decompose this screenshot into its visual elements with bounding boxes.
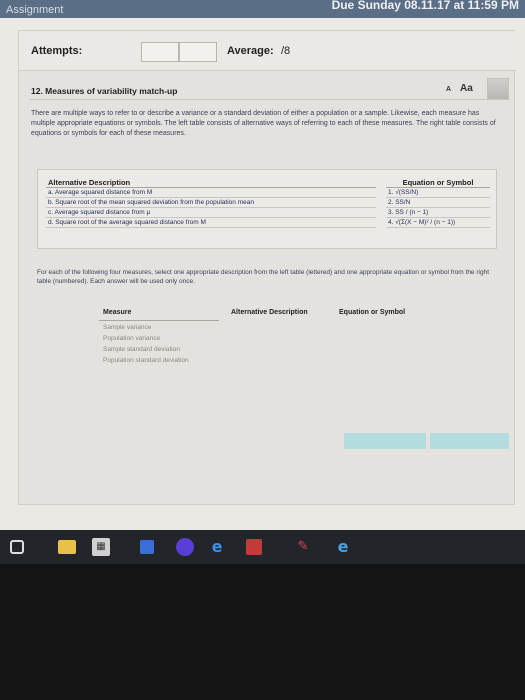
monitor-bezel [0,564,525,700]
font-smaller-button[interactable]: A [446,86,451,93]
font-larger-button[interactable]: Aa [460,83,473,94]
edge-icon[interactable]: e [208,538,226,556]
equation-row: 1. √(SS/N) [386,188,490,198]
alternative-description-table: Alternative Description a. Average squar… [46,176,376,228]
file-explorer-icon[interactable] [58,540,76,554]
browser-screen: Assignment Due Sunday 08.11.17 at 11:59 … [0,0,525,530]
attempts-label: Attempts: [31,45,83,57]
equation-symbol-header: Equation or Symbol [339,309,406,316]
action-button-2[interactable] [430,433,509,449]
due-date-text: Due Sunday 08.11.17 at 11:59 PM [331,0,519,12]
task-view-icon[interactable] [10,540,24,554]
mail-icon[interactable] [140,540,154,554]
alternative-row: b. Square root of the mean squared devia… [46,198,376,208]
scroll-icon[interactable] [487,78,509,100]
action-buttons [344,433,509,449]
equation-symbol-table: Equation or Symbol 1. √(SS/N) 2. SS/N 3.… [386,176,490,228]
measure-row: Population standard deviation [103,357,189,364]
attempt-box-1 [141,42,179,62]
divider [29,99,509,100]
question-intro: There are multiple ways to refer to or d… [31,110,496,137]
internet-explorer-icon[interactable]: e [334,538,352,556]
equation-row: 2. SS/N [386,198,490,208]
windows-taskbar: ▦ e ✎ e [0,530,525,564]
question-title: 12. Measures of variability match-up [31,86,178,96]
instructions-text: For each of the following four measures,… [37,269,489,285]
equation-table-header: Equation or Symbol [386,176,490,188]
attempts-row: Attempts: Average: /8 [19,31,516,71]
measure-row: Population variance [103,335,161,342]
alternative-row: d. Square root of the average squared di… [46,218,376,228]
store-icon[interactable]: ▦ [92,538,110,556]
media-icon[interactable] [246,539,262,555]
pin-icon[interactable]: ✎ [294,538,312,556]
reference-tables: Alternative Description a. Average squar… [37,169,497,249]
equation-row: 4. √(Σ(X − M)² / (n − 1)) [386,218,490,228]
measure-row: Sample variance [103,324,152,331]
alternative-table-header: Alternative Description [46,176,376,188]
divider [99,320,219,321]
question-panel: Attempts: Average: /8 12. Measures of va… [18,30,516,505]
action-button-1[interactable] [344,433,426,449]
attempt-box-2 [179,42,217,62]
measure-header: Measure [103,309,132,316]
assignment-topbar: Assignment Due Sunday 08.11.17 at 11:59 … [0,0,525,18]
equation-row: 3. SS / (n − 1) [386,208,490,218]
alternative-row: c. Average squared distance from μ [46,208,376,218]
alternative-row: a. Average squared distance from M [46,188,376,198]
measure-row: Sample standard deviation [103,346,180,353]
assignment-tab[interactable]: Assignment [6,4,63,16]
average-value: /8 [281,45,291,57]
alternative-description-header: Alternative Description [231,309,308,316]
app-icon[interactable] [176,538,194,556]
average-label: Average: [227,45,274,57]
